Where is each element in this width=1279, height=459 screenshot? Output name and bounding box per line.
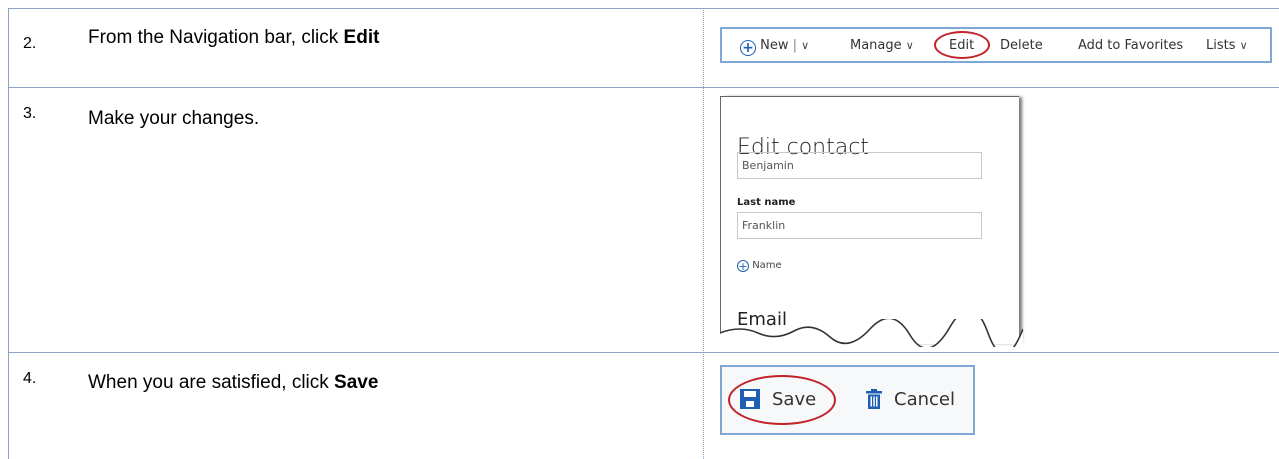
delete-label: Delete: [1000, 38, 1043, 53]
edit-highlight-ring: [934, 31, 990, 59]
last-name-field[interactable]: Franklin: [737, 212, 982, 239]
first-name-value: Benjamin: [742, 159, 794, 172]
column-divider: [703, 8, 704, 459]
lists-menu[interactable]: Lists ∨: [1206, 38, 1248, 53]
new-button[interactable]: + New | ∨: [740, 38, 809, 56]
chevron-down-icon[interactable]: ∨: [801, 39, 809, 52]
step-text: From the Navigation bar, click: [88, 27, 344, 48]
step-keyword: Save: [334, 372, 379, 393]
save-highlight-ring: [728, 375, 836, 425]
torn-edge: [720, 319, 1023, 347]
row-divider: [8, 87, 1279, 88]
step-instruction: Make your changes.: [88, 108, 259, 130]
favorites-label: Add to Favorites: [1078, 38, 1184, 53]
save-cancel-bar: Save Cancel: [720, 365, 975, 435]
new-label: New: [760, 38, 789, 53]
cancel-label: Cancel: [894, 389, 955, 410]
plus-circle-icon: +: [737, 260, 749, 273]
instruction-table: 2. From the Navigation bar, click Edit 3…: [0, 0, 1279, 459]
step-text: Make your changes.: [88, 108, 260, 129]
manage-label: Manage: [850, 38, 902, 53]
table-left-border: [8, 8, 9, 459]
lists-label: Lists: [1206, 38, 1236, 53]
delete-button[interactable]: Delete: [1000, 38, 1043, 53]
step-number: 2.: [23, 35, 37, 52]
step-instruction: When you are satisfied, click Save: [88, 372, 378, 394]
last-name-label: Last name: [737, 197, 796, 208]
step-instruction: From the Navigation bar, click Edit: [88, 27, 379, 49]
plus-circle-icon: +: [740, 40, 756, 56]
edit-contact-form: Edit contact Benjamin Last name Franklin…: [720, 96, 1023, 347]
step-text: When you are satisfied, click: [88, 372, 335, 393]
chevron-down-icon: ∨: [1239, 39, 1248, 52]
chevron-down-icon: ∨: [905, 39, 914, 52]
add-name-button[interactable]: + Name: [737, 260, 782, 272]
add-to-favorites-button[interactable]: Add to Favorites: [1078, 38, 1183, 53]
trash-icon: [866, 389, 882, 409]
last-name-value: Franklin: [742, 219, 786, 232]
first-name-field[interactable]: Benjamin: [737, 152, 982, 179]
manage-menu[interactable]: Manage ∨: [850, 38, 914, 53]
row-divider: [8, 8, 1279, 9]
row-divider: [8, 352, 1279, 353]
step-number: 3.: [23, 105, 37, 122]
step-number: 4.: [23, 370, 37, 387]
step-keyword: Edit: [343, 27, 380, 48]
add-name-label: Name: [752, 260, 782, 271]
navigation-bar: + New | ∨ Manage ∨ Edit Delete Add to Fa…: [720, 27, 1272, 63]
